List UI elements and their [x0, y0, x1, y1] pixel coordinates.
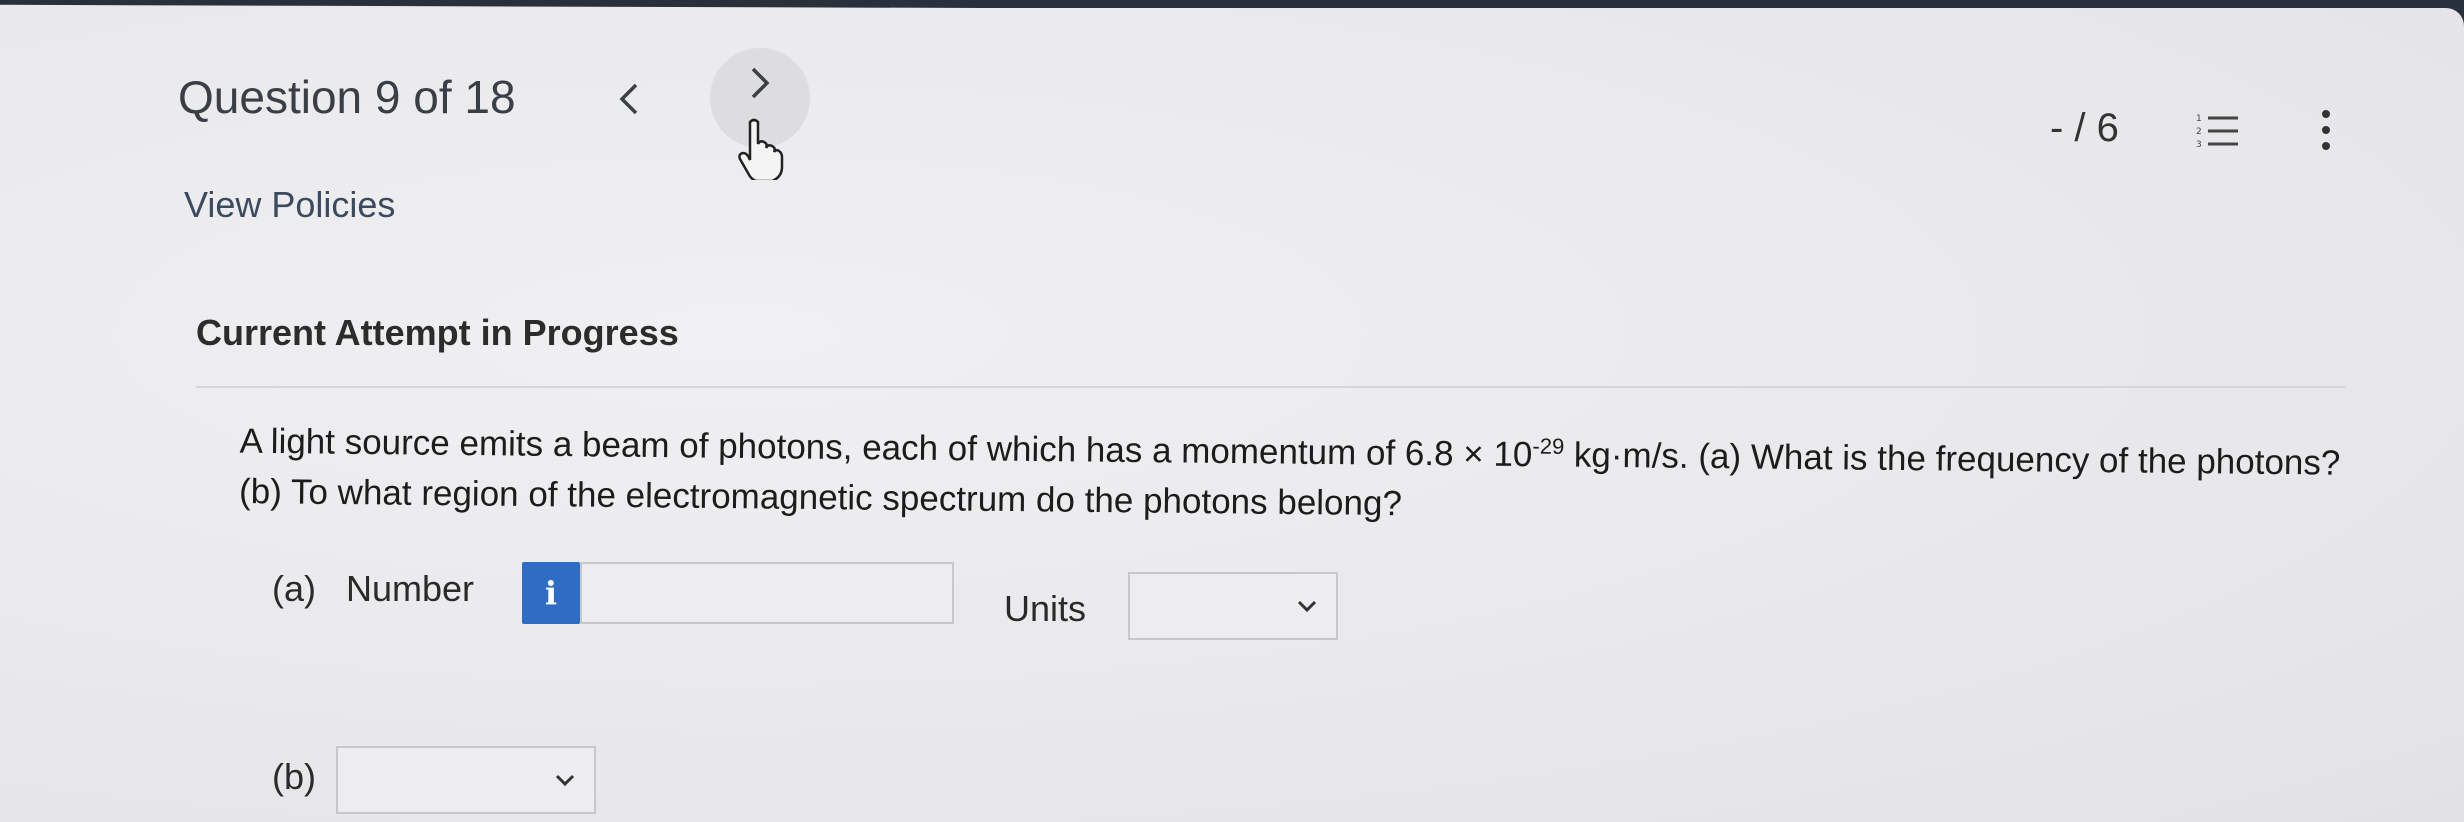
chevron-down-icon [1297, 600, 1317, 613]
chevron-down-icon [555, 774, 575, 787]
chevron-right-icon [751, 67, 770, 99]
info-button[interactable]: i [522, 562, 580, 624]
question-page: Question 9 of 18 - / 6 1 2 3 View Polici… [0, 8, 2464, 822]
chevron-left-icon [619, 83, 638, 115]
more-vertical-icon[interactable] [2320, 108, 2332, 152]
number-label: Number [346, 568, 475, 609]
hand-cursor-icon [738, 118, 784, 180]
svg-text:1: 1 [2196, 114, 2202, 124]
view-policies-link[interactable]: View Policies [184, 184, 395, 226]
spectrum-region-select[interactable] [336, 746, 596, 814]
svg-text:2: 2 [2196, 127, 2202, 137]
units-label: Units [1004, 588, 1087, 629]
question-counter: Question 9 of 18 [178, 71, 516, 123]
info-icon: i [544, 574, 558, 612]
part-a-label: (a) [272, 568, 316, 609]
attempt-status: Current Attempt in Progress [196, 312, 679, 353]
score-display: - / 6 [2050, 106, 2119, 150]
number-input[interactable] [580, 562, 954, 624]
numbered-list-icon[interactable]: 1 2 3 [2196, 112, 2240, 152]
divider [196, 386, 2346, 388]
units-select[interactable] [1128, 572, 1338, 640]
question-text: A light source emits a beam of photons, … [239, 408, 2390, 539]
previous-question-button[interactable] [590, 60, 668, 138]
part-b-label: (b) [272, 756, 316, 797]
svg-text:3: 3 [2196, 140, 2202, 150]
